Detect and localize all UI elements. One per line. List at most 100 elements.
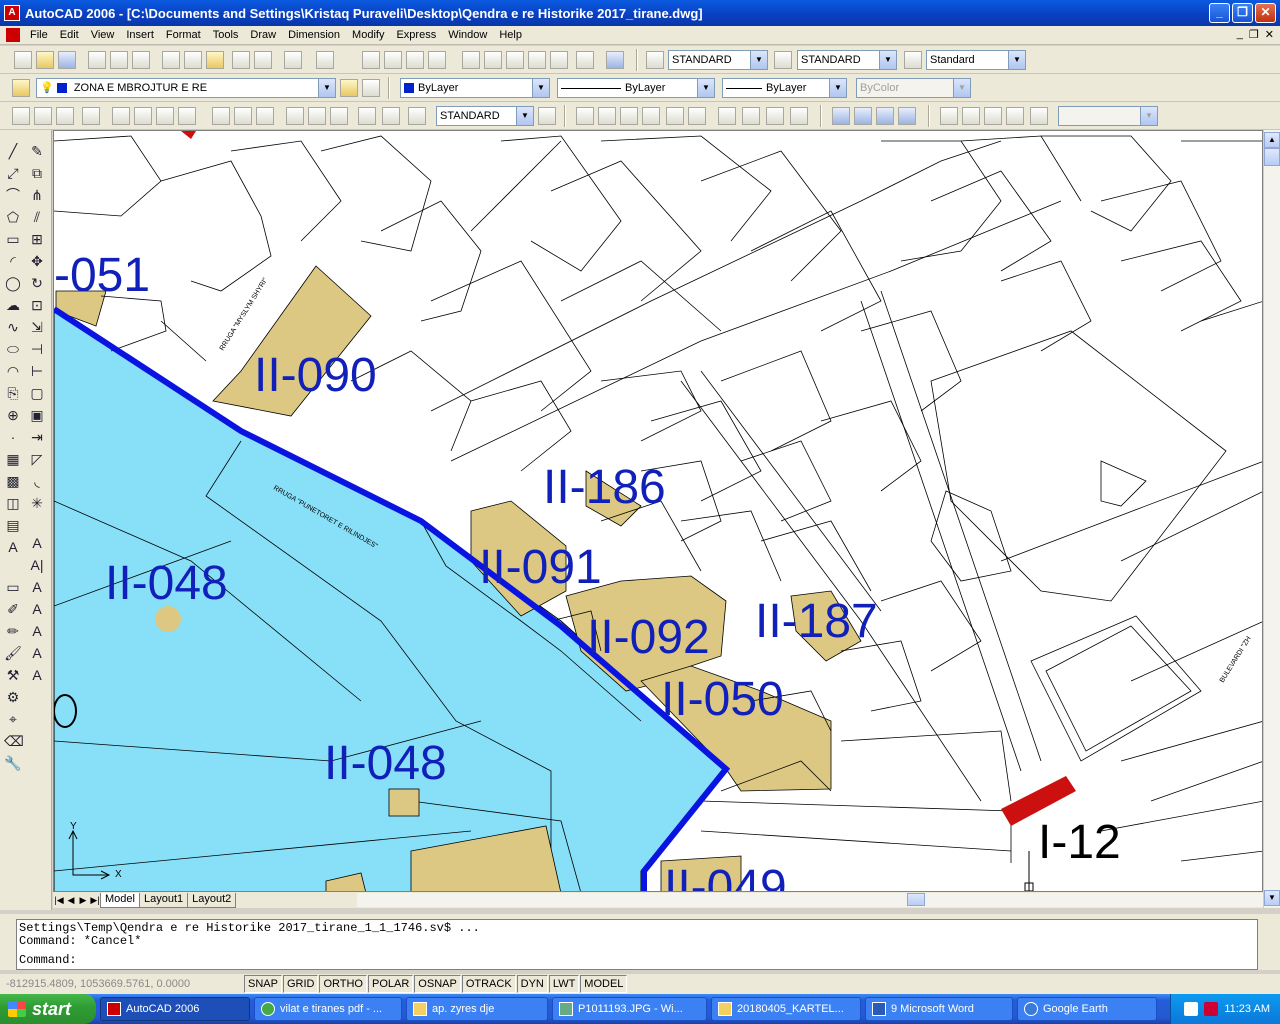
menu-insert[interactable]: Insert	[120, 29, 160, 41]
tab-layout1[interactable]: Layout1	[138, 892, 189, 908]
tab-model[interactable]: Model	[100, 892, 140, 908]
polar-toggle[interactable]: POLAR	[368, 975, 414, 993]
express-layer-walk-icon[interactable]	[688, 107, 706, 125]
menu-file[interactable]: File	[24, 29, 54, 41]
scale-text-icon[interactable]: A	[28, 644, 46, 662]
drawing-canvas[interactable]: RRUGA "MYSLYM SHYRI" RRUGA "PUNETORET E …	[53, 130, 1263, 892]
menu-help[interactable]: Help	[493, 29, 528, 41]
tag-icon[interactable]: ⌖	[4, 710, 22, 728]
lineweight-select[interactable]: ByLayer ▼	[722, 78, 847, 98]
document-icon[interactable]	[6, 28, 20, 42]
express-layer-on-icon[interactable]	[718, 107, 736, 125]
express-extend-icon[interactable]	[898, 107, 916, 125]
dyn-toggle[interactable]: DYN	[516, 975, 548, 993]
zoom-realtime-icon[interactable]	[384, 51, 402, 69]
redo-icon[interactable]	[316, 51, 334, 69]
dimension-edit-icon[interactable]	[308, 107, 326, 125]
multiline-text-icon[interactable]: A	[4, 538, 22, 556]
diameter-dimension-icon[interactable]	[112, 107, 130, 125]
scroll-thumb[interactable]	[1264, 148, 1280, 166]
explode-icon[interactable]: ✳	[28, 494, 46, 512]
arc-icon[interactable]: ◜	[4, 252, 22, 270]
array-icon[interactable]: ⊞	[28, 230, 46, 248]
point-icon[interactable]: ·	[4, 428, 22, 446]
express-copy-nested-icon[interactable]	[854, 107, 872, 125]
polyline-icon[interactable]: ⌒	[4, 186, 22, 204]
menu-draw[interactable]: Draw	[244, 29, 282, 41]
menu-format[interactable]: Format	[160, 29, 207, 41]
layer-select[interactable]: 💡 ZONA E MBROJTUR E RE ▼	[36, 78, 336, 98]
viewport-clip-icon[interactable]	[1006, 107, 1024, 125]
text-style-edit-icon[interactable]: A	[28, 622, 46, 640]
aligned-dimension-icon[interactable]	[34, 107, 52, 125]
table-style-icon[interactable]	[904, 51, 922, 69]
dim-style-manager-icon[interactable]	[408, 107, 426, 125]
express-layer-icon[interactable]	[576, 107, 594, 125]
dim-style-icon[interactable]	[774, 51, 792, 69]
baseline-dimension-icon[interactable]	[178, 107, 196, 125]
otrack-toggle[interactable]: OTRACK	[461, 975, 516, 993]
menu-dimension[interactable]: Dimension	[282, 29, 346, 41]
break-icon[interactable]: ▣	[28, 406, 46, 424]
taskbar-item-autocad[interactable]: AutoCAD 2006	[100, 997, 250, 1021]
text-style-icon[interactable]	[646, 51, 664, 69]
save-icon[interactable]	[58, 51, 76, 69]
tray-icon[interactable]	[1184, 1002, 1199, 1016]
quick-leader-icon[interactable]	[234, 107, 252, 125]
minimize-button[interactable]: _	[1209, 3, 1230, 23]
close-button[interactable]: ✕	[1255, 3, 1276, 23]
command-line[interactable]: Settings\Temp\Qendra e re Historike 2017…	[16, 919, 1258, 970]
dimension-style-icon[interactable]	[538, 107, 556, 125]
spline-icon[interactable]: ∿	[4, 318, 22, 336]
cut-icon[interactable]	[162, 51, 180, 69]
brush-icon[interactable]: 🖌	[4, 644, 22, 662]
express-layer-match-icon[interactable]	[598, 107, 616, 125]
open-icon[interactable]	[36, 51, 54, 69]
dimension-update-icon[interactable]	[358, 107, 376, 125]
taskbar-item-chrome[interactable]: vilat e tiranes pdf - ...	[254, 997, 402, 1021]
polygon-icon[interactable]: ⬠	[4, 208, 22, 226]
doc-minimize-button[interactable]: _	[1237, 28, 1243, 41]
viewport-polygonal-icon[interactable]	[962, 107, 980, 125]
stretch-icon[interactable]: ⇲	[28, 318, 46, 336]
express-layer-freeze-icon[interactable]	[642, 107, 660, 125]
unlock-icon[interactable]	[790, 107, 808, 125]
center-mark-icon[interactable]	[286, 107, 304, 125]
express-layer-thaw-icon[interactable]	[742, 107, 760, 125]
next-tab-icon[interactable]: ▶	[77, 895, 89, 906]
move-icon[interactable]: ✥	[28, 252, 46, 270]
taskbar-item-google-earth[interactable]: Google Earth	[1017, 997, 1157, 1021]
toolset-icon[interactable]: ⚒	[4, 666, 22, 684]
start-button[interactable]: start	[0, 994, 96, 1024]
table-style-select[interactable]: Standard ▼	[926, 50, 1026, 70]
plot-preview-icon[interactable]	[110, 51, 128, 69]
zoom-previous-icon[interactable]	[428, 51, 446, 69]
extend-icon[interactable]: ⊢	[28, 362, 46, 380]
copy-object-icon[interactable]: ⧉	[28, 164, 46, 182]
menu-window[interactable]: Window	[442, 29, 493, 41]
edit-text-icon[interactable]: A	[28, 578, 46, 596]
single-line-text-icon[interactable]: A|	[28, 556, 46, 574]
autocad-app-icon[interactable]: A	[4, 5, 20, 21]
layer-previous-icon[interactable]	[362, 79, 380, 97]
taskbar-item-folder-2[interactable]: 20180405_KARTEL...	[711, 997, 861, 1021]
markup-icon[interactable]	[550, 51, 568, 69]
justify-text-icon[interactable]: A	[28, 666, 46, 684]
layer-manager-icon[interactable]	[12, 79, 30, 97]
text-icon[interactable]: A	[28, 534, 46, 552]
menu-tools[interactable]: Tools	[207, 29, 245, 41]
tolerance-icon[interactable]	[256, 107, 274, 125]
sheet-set-icon[interactable]	[528, 51, 546, 69]
table-icon[interactable]: ▤	[4, 516, 22, 534]
clock[interactable]: 11:23 AM	[1224, 1003, 1270, 1015]
region-icon[interactable]: ◫	[4, 494, 22, 512]
continue-dimension-icon[interactable]	[212, 107, 230, 125]
block-editor-icon[interactable]	[254, 51, 272, 69]
osnap-toggle[interactable]: OSNAP	[414, 975, 461, 993]
express-block-icon[interactable]	[832, 107, 850, 125]
lock-icon[interactable]	[766, 107, 784, 125]
chamfer-icon[interactable]: ◸	[28, 450, 46, 468]
first-tab-icon[interactable]: |◀	[53, 895, 65, 906]
scale-icon[interactable]: ⊡	[28, 296, 46, 314]
mirror-icon[interactable]: ⋔	[28, 186, 46, 204]
